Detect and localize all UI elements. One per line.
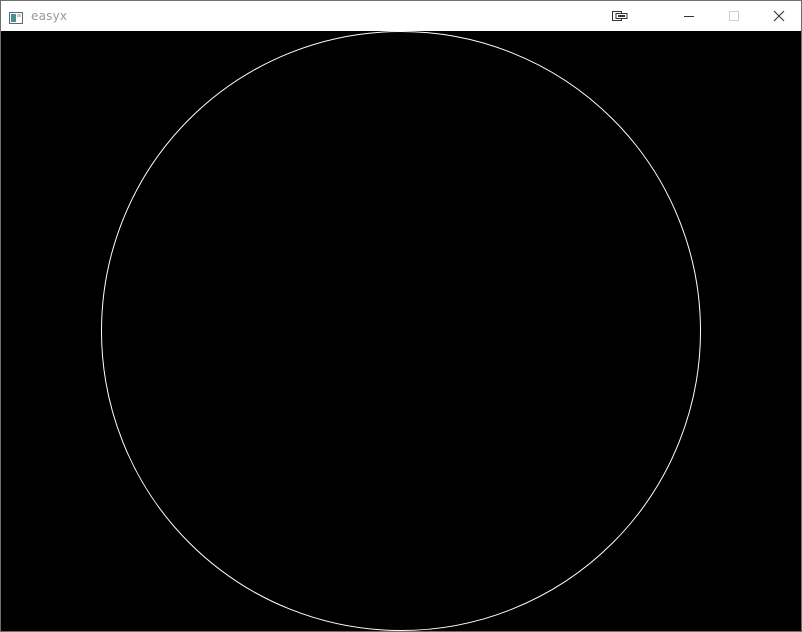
title-bar[interactable]: easyx [1, 1, 801, 31]
window-pin-icon[interactable] [605, 1, 635, 31]
app-icon [9, 9, 23, 24]
close-icon[interactable] [758, 1, 800, 31]
drawn-circle [101, 31, 701, 631]
app-window: easyx [0, 0, 802, 632]
minimize-icon[interactable] [669, 1, 709, 31]
maximize-icon[interactable] [714, 1, 754, 31]
drawing-canvas[interactable] [1, 31, 801, 631]
window-title: easyx [31, 9, 68, 23]
canvas-drawing [101, 31, 701, 631]
